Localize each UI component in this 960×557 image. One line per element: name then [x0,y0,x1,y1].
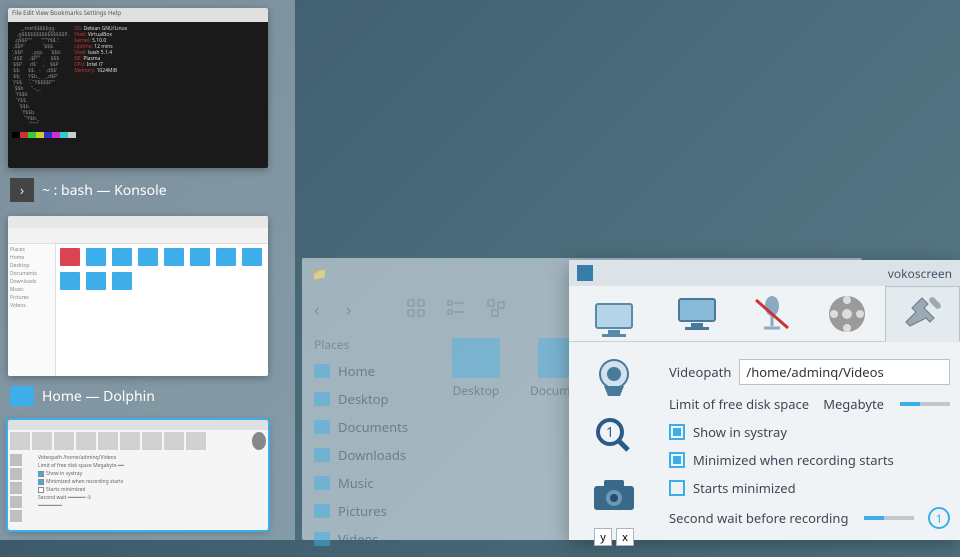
dolphin-label: Home — Dolphin [42,387,155,406]
folder-item[interactable]: Desktop [452,338,500,547]
show-systray-checkbox[interactable] [669,424,685,440]
folder-icon [10,386,34,406]
sidebar-item-music[interactable]: Music [302,469,442,497]
folder-icon [452,338,500,378]
konsole-thumbnail: File Edit View Bookmarks Settings Help _… [8,8,268,168]
switcher-item-vokoscreen[interactable]: Videopath /home/adminq/Videos Limit of f… [8,420,287,530]
second-wait-label: Second wait before recording [669,509,848,527]
diskspace-label: Limit of free disk space [669,395,809,413]
tab-display[interactable] [659,286,734,341]
vokoscreen-left-toolbar: 1 y x [569,290,659,552]
dolphin-sidebar: Places Home Desktop Documents Downloads … [302,328,442,557]
starts-minimized-label: Starts minimized [693,479,796,497]
minimized-recording-label: Minimized when recording starts [693,451,894,469]
konsole-label: ~ : bash — Konsole [42,181,167,200]
tab-settings[interactable] [885,286,960,342]
vokoscreen-app-icon [577,265,593,281]
downloads-icon [314,448,330,462]
forward-button[interactable]: › [346,298,366,318]
videopath-input[interactable] [739,359,950,385]
diskspace-slider[interactable] [900,402,950,406]
places-header: Places [302,332,442,357]
key-x: x [616,528,634,546]
sidebar-item-desktop[interactable]: Desktop [302,385,442,413]
countdown-slider[interactable] [864,516,914,520]
sidebar-item-documents[interactable]: Documents [302,413,442,441]
sidebar-item-downloads[interactable]: Downloads [302,441,442,469]
desktop-icon [314,392,330,406]
back-button[interactable]: ‹ [314,298,334,318]
diskspace-unit: Megabyte [823,395,884,413]
starts-minimized-checkbox[interactable] [669,480,685,496]
vokoscreen-titlebar[interactable]: vokoscreen [569,260,960,286]
vokoscreen-window: vokoscreen 1 y x [569,260,960,540]
pictures-icon [314,504,330,518]
sidebar-item-home[interactable]: Home [302,357,442,385]
show-systray-label: Show in systray [693,423,787,441]
minimized-recording-checkbox[interactable] [669,452,685,468]
tab-video[interactable] [810,286,885,341]
icon-view-button[interactable] [402,294,430,322]
keyboard-shortcut-display: y x [594,528,634,546]
music-icon [314,476,330,490]
vokoscreen-thumbnail: Videopath /home/adminq/Videos Limit of f… [8,420,268,530]
switcher-item-konsole[interactable]: File Edit View Bookmarks Settings Help _… [8,8,287,206]
videopath-label: Videopath [669,363,731,381]
details-view-button[interactable] [482,294,510,322]
sidebar-item-videos[interactable]: Videos [302,525,442,553]
countdown-value: 1 [928,507,950,529]
dolphin-folder-title-icon: 📁 [312,265,327,282]
terminal-icon: › [10,178,34,202]
svg-text:1: 1 [606,423,614,442]
camera-icon[interactable] [584,470,644,518]
key-y: y [594,528,612,546]
window-switcher-panel: File Edit View Bookmarks Settings Help _… [0,0,295,540]
screen-selector-icon[interactable] [584,296,644,344]
home-icon [314,364,330,378]
videos-icon [314,532,330,546]
documents-icon [314,420,330,434]
switcher-item-dolphin[interactable]: PlacesHomeDesktopDocumentsDownloadsMusic… [8,216,287,410]
tab-audio-disabled[interactable] [734,286,809,341]
vokoscreen-title: vokoscreen [888,265,952,282]
magnifier-icon[interactable]: 1 [584,412,644,460]
compact-view-button[interactable] [442,294,470,322]
sidebar-item-pictures[interactable]: Pictures [302,497,442,525]
dolphin-thumbnail: PlacesHomeDesktopDocumentsDownloadsMusic… [8,216,268,376]
webcam-icon[interactable] [584,354,644,402]
